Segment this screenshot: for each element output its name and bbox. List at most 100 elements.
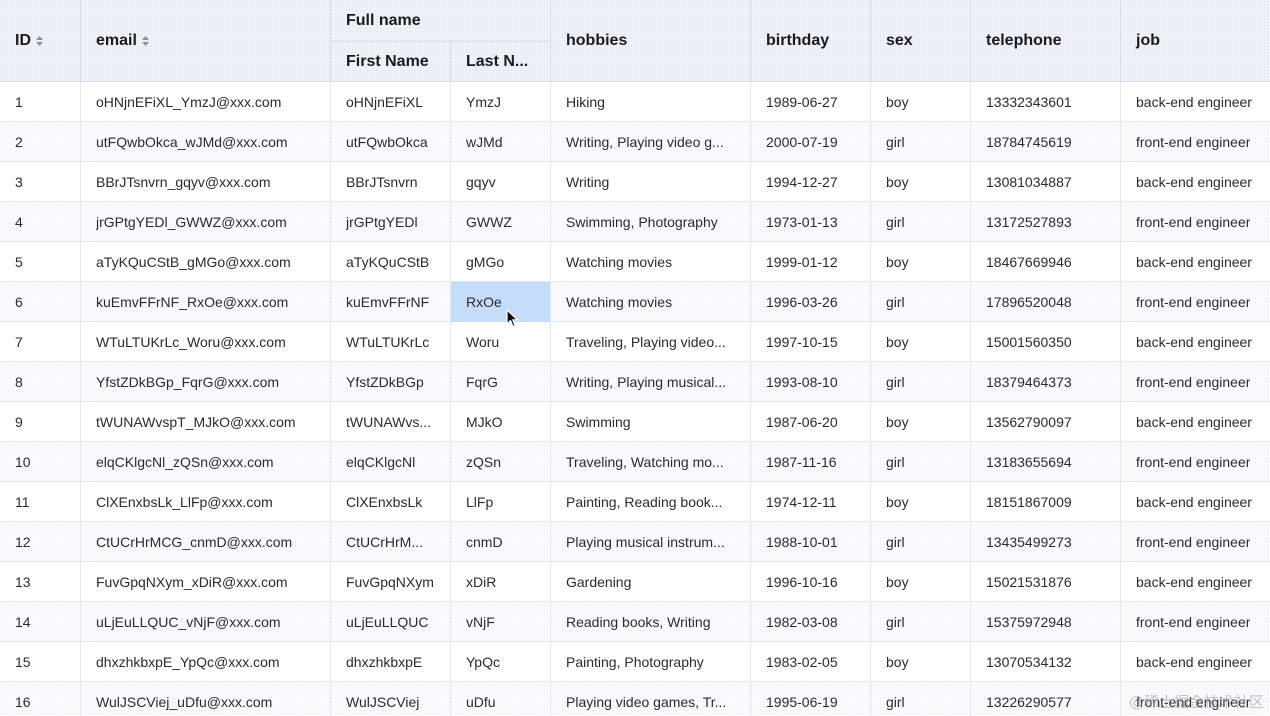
cell-email[interactable]: kuEmvFFrNF_RxOe@xxx.com — [81, 282, 331, 322]
cell-sex[interactable]: boy — [871, 562, 971, 602]
cell-birthday[interactable]: 1996-03-26 — [751, 282, 871, 322]
cell-telephone[interactable]: 13226290577 — [971, 682, 1121, 716]
cell-id[interactable]: 11 — [0, 482, 81, 522]
column-header-sex[interactable]: sex — [871, 0, 971, 82]
cell-hobbies[interactable]: Swimming — [551, 402, 751, 442]
cell-sex[interactable]: boy — [871, 322, 971, 362]
cell-birthday[interactable]: 1988-10-01 — [751, 522, 871, 562]
cell-email[interactable]: FuvGpqNXym_xDiR@xxx.com — [81, 562, 331, 602]
cell-job[interactable]: front-end engineer — [1121, 602, 1270, 642]
cell-last-name[interactable]: Woru — [451, 322, 551, 362]
cell-hobbies[interactable]: Writing, Playing musical... — [551, 362, 751, 402]
cell-sex[interactable]: girl — [871, 122, 971, 162]
cell-first-name[interactable]: utFQwbOkca — [331, 122, 451, 162]
cell-email[interactable]: ClXEnxbsLk_LlFp@xxx.com — [81, 482, 331, 522]
cell-birthday[interactable]: 1983-02-05 — [751, 642, 871, 682]
cell-job[interactable]: back-end engineer — [1121, 642, 1270, 682]
cell-birthday[interactable]: 1996-10-16 — [751, 562, 871, 602]
cell-id[interactable]: 9 — [0, 402, 81, 442]
column-header-birthday[interactable]: birthday — [751, 0, 871, 82]
cell-first-name[interactable]: FuvGpqNXym — [331, 562, 451, 602]
cell-first-name[interactable]: kuEmvFFrNF — [331, 282, 451, 322]
cell-birthday[interactable]: 1989-06-27 — [751, 82, 871, 122]
cell-id[interactable]: 1 — [0, 82, 81, 122]
cell-job[interactable]: back-end engineer — [1121, 162, 1270, 202]
column-header-email[interactable]: email — [81, 0, 331, 82]
cell-job[interactable]: back-end engineer — [1121, 82, 1270, 122]
cell-last-name[interactable]: gMGo — [451, 242, 551, 282]
cell-first-name[interactable]: aTyKQuCStB — [331, 242, 451, 282]
cell-email[interactable]: aTyKQuCStB_gMGo@xxx.com — [81, 242, 331, 282]
cell-last-name[interactable]: vNjF — [451, 602, 551, 642]
cell-last-name[interactable]: YpQc — [451, 642, 551, 682]
cell-sex[interactable]: boy — [871, 82, 971, 122]
cell-last-name[interactable]: RxOe — [451, 282, 551, 322]
cell-sex[interactable]: boy — [871, 642, 971, 682]
column-header-id[interactable]: ID — [0, 0, 81, 82]
table-row[interactable]: 14 uLjEuLLQUC_vNjF@xxx.com uLjEuLLQUC vNjF R… — [0, 602, 1270, 642]
cell-email[interactable]: WulJSCViej_uDfu@xxx.com — [81, 682, 331, 716]
cell-birthday[interactable]: 1997-10-15 — [751, 322, 871, 362]
cell-telephone[interactable]: 15021531876 — [971, 562, 1121, 602]
cell-first-name[interactable]: ClXEnxbsLk — [331, 482, 451, 522]
cell-hobbies[interactable]: Gardening — [551, 562, 751, 602]
sort-icon[interactable] — [36, 36, 43, 46]
cell-hobbies[interactable]: Writing, Playing video g... — [551, 122, 751, 162]
cell-id[interactable]: 7 — [0, 322, 81, 362]
cell-email[interactable]: WTuLTUKrLc_Woru@xxx.com — [81, 322, 331, 362]
cell-last-name[interactable]: LlFp — [451, 482, 551, 522]
table-row[interactable]: 3 BBrJTsnvrn_gqyv@xxx.com BBrJTsnvrn gqyv Wr… — [0, 162, 1270, 202]
table-row[interactable]: 7 WTuLTUKrLc_Woru@xxx.com WTuLTUKrLc Woru Tr… — [0, 322, 1270, 362]
cell-telephone[interactable]: 15375972948 — [971, 602, 1121, 642]
cell-birthday[interactable]: 2000-07-19 — [751, 122, 871, 162]
cell-id[interactable]: 13 — [0, 562, 81, 602]
cell-hobbies[interactable]: Watching movies — [551, 282, 751, 322]
cell-sex[interactable]: girl — [871, 682, 971, 716]
table-row[interactable]: 12 CtUCrHrMCG_cnmD@xxx.com CtUCrHrM... cnmD… — [0, 522, 1270, 562]
cell-first-name[interactable]: elqCKlgcNl — [331, 442, 451, 482]
cell-email[interactable]: CtUCrHrMCG_cnmD@xxx.com — [81, 522, 331, 562]
cell-telephone[interactable]: 13081034887 — [971, 162, 1121, 202]
cell-sex[interactable]: boy — [871, 162, 971, 202]
cell-job[interactable]: back-end engineer — [1121, 242, 1270, 282]
cell-id[interactable]: 15 — [0, 642, 81, 682]
table-row[interactable]: 2 utFQwbOkca_wJMd@xxx.com utFQwbOkca wJMd Wr… — [0, 122, 1270, 162]
table-row[interactable]: 11 ClXEnxbsLk_LlFp@xxx.com ClXEnxbsLk LlFp P… — [0, 482, 1270, 522]
cell-sex[interactable]: girl — [871, 442, 971, 482]
table-row[interactable]: 9 tWUNAWvspT_MJkO@xxx.com tWUNAWvs... MJkO S… — [0, 402, 1270, 442]
cell-birthday[interactable]: 1974-12-11 — [751, 482, 871, 522]
cell-id[interactable]: 12 — [0, 522, 81, 562]
cell-telephone[interactable]: 13435499273 — [971, 522, 1121, 562]
cell-sex[interactable]: boy — [871, 242, 971, 282]
column-header-hobbies[interactable]: hobbies — [551, 0, 751, 82]
cell-first-name[interactable]: WulJSCViej — [331, 682, 451, 716]
cell-hobbies[interactable]: Traveling, Playing video... — [551, 322, 751, 362]
cell-last-name[interactable]: uDfu — [451, 682, 551, 716]
cell-hobbies[interactable]: Painting, Reading book... — [551, 482, 751, 522]
cell-birthday[interactable]: 1982-03-08 — [751, 602, 871, 642]
cell-telephone[interactable]: 15001560350 — [971, 322, 1121, 362]
cell-hobbies[interactable]: Hiking — [551, 82, 751, 122]
table-row[interactable]: 10 elqCKlgcNl_zQSn@xxx.com elqCKlgcNl zQSn T… — [0, 442, 1270, 482]
cell-sex[interactable]: boy — [871, 402, 971, 442]
table-row[interactable]: 13 FuvGpqNXym_xDiR@xxx.com FuvGpqNXym xDiR G… — [0, 562, 1270, 602]
column-header-job[interactable]: job — [1121, 0, 1270, 82]
cell-sex[interactable]: girl — [871, 362, 971, 402]
cell-last-name[interactable]: zQSn — [451, 442, 551, 482]
cell-last-name[interactable]: MJkO — [451, 402, 551, 442]
sort-icon[interactable] — [141, 36, 149, 46]
cell-last-name[interactable]: FqrG — [451, 362, 551, 402]
cell-telephone[interactable]: 13183655694 — [971, 442, 1121, 482]
cell-first-name[interactable]: BBrJTsnvrn — [331, 162, 451, 202]
cell-id[interactable]: 14 — [0, 602, 81, 642]
cell-last-name[interactable]: YmzJ — [451, 82, 551, 122]
cell-id[interactable]: 2 — [0, 122, 81, 162]
cell-email[interactable]: BBrJTsnvrn_gqyv@xxx.com — [81, 162, 331, 202]
table-row[interactable]: 8 YfstZDkBGp_FqrG@xxx.com YfstZDkBGp FqrG Wr… — [0, 362, 1270, 402]
cell-id[interactable]: 6 — [0, 282, 81, 322]
cell-hobbies[interactable]: Playing musical instrum... — [551, 522, 751, 562]
cell-email[interactable]: utFQwbOkca_wJMd@xxx.com — [81, 122, 331, 162]
cell-telephone[interactable]: 18467669946 — [971, 242, 1121, 282]
cell-telephone[interactable]: 13562790097 — [971, 402, 1121, 442]
cell-telephone[interactable]: 17896520048 — [971, 282, 1121, 322]
